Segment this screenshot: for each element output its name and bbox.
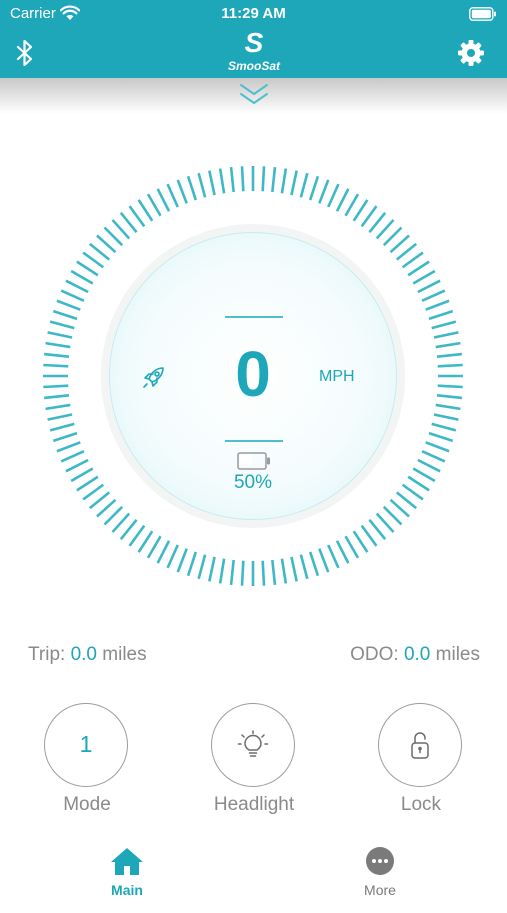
odo-label: ODO: (350, 644, 399, 665)
brand-logo: S SmooSat (214, 28, 294, 76)
battery-percent: 50% (233, 472, 273, 493)
status-bar: Carrier 11:29 AM (0, 0, 507, 28)
odo-value: 0.0 (403, 644, 431, 665)
mode-value: 1 (79, 731, 93, 757)
battery-icon (237, 452, 270, 470)
lock-label: Lock (400, 794, 442, 815)
trip-unit: miles (102, 644, 147, 665)
lock-button[interactable] (378, 703, 462, 787)
speedometer: 0 MPH 50% (43, 166, 463, 586)
status-time: 11:29 AM (221, 5, 286, 22)
trip-distance: Trip: 0.0 miles (28, 644, 147, 666)
headlight-button[interactable] (211, 703, 295, 787)
trip-value: 0.0 (70, 644, 97, 665)
logo-text: SmooSat (227, 59, 280, 73)
bluetooth-icon[interactable] (14, 40, 36, 66)
double-chevron-down-icon[interactable] (239, 82, 269, 108)
lightbulb-icon (237, 730, 269, 757)
divider-bottom (225, 440, 283, 442)
unlock-icon (411, 732, 429, 759)
odo-unit: miles (435, 644, 480, 665)
gear-icon[interactable] (457, 39, 485, 67)
trip-label: Trip: (28, 644, 66, 665)
tab-more-label: More (364, 882, 396, 898)
logo-mark: S (244, 27, 264, 58)
mode-button[interactable]: 1 (44, 703, 128, 787)
home-icon (111, 848, 143, 875)
pull-down-handle[interactable] (0, 78, 507, 114)
speed-unit: MPH (319, 368, 355, 385)
speed-value: 0 (235, 338, 271, 410)
tab-more[interactable]: More (335, 843, 425, 913)
headlight-label: Headlight (213, 794, 295, 815)
divider-top (225, 316, 283, 318)
battery-status-icon (469, 7, 496, 21)
more-icon (366, 847, 394, 875)
tab-main-label: Main (111, 882, 143, 898)
mode-label: Mode (63, 794, 111, 815)
odometer: ODO: 0.0 miles (350, 644, 480, 666)
tab-main[interactable]: Main (82, 843, 172, 913)
top-bar: Carrier 11:29 AM S SmooSat (0, 0, 507, 78)
rocket-icon (143, 367, 164, 388)
